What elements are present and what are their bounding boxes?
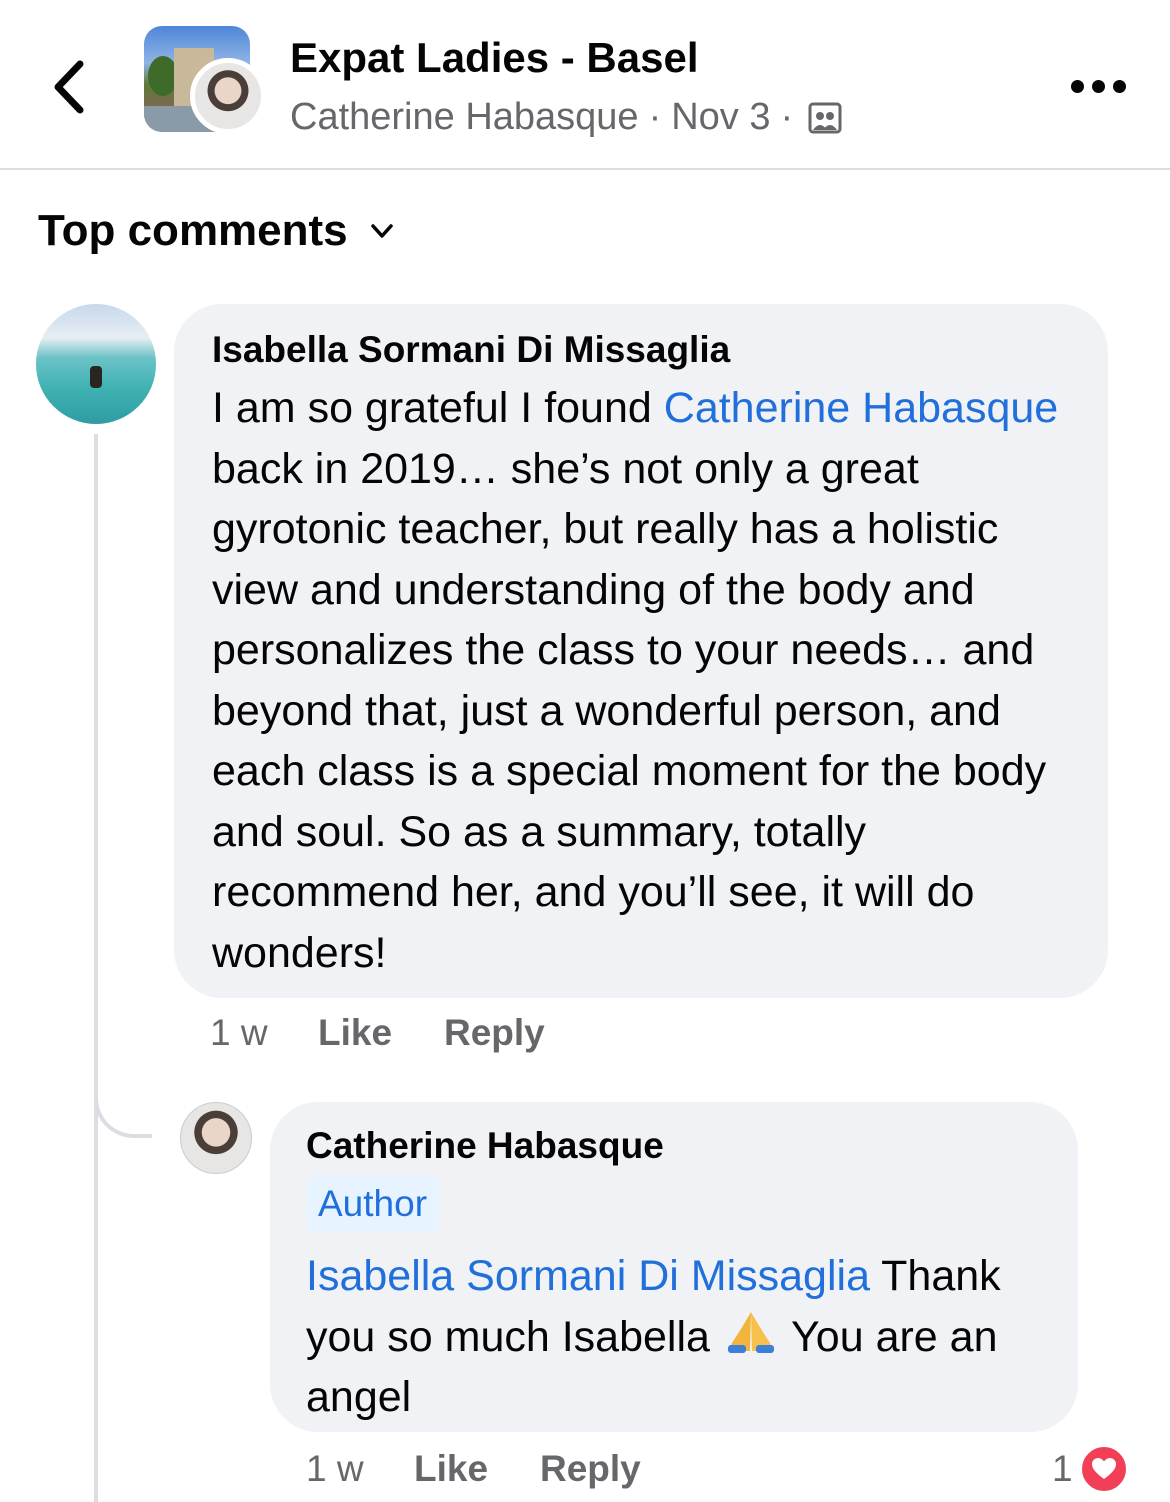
post-author-avatar[interactable] <box>190 58 266 134</box>
thread-connector <box>94 1080 152 1138</box>
comment-text-suffix: back in 2019… she’s not only a great gyr… <box>212 444 1047 977</box>
folded-hands-emoji-icon <box>727 1311 774 1353</box>
heart-icon <box>1091 1458 1116 1479</box>
mention-link[interactable]: Catherine Habasque <box>664 384 1058 432</box>
reply-time[interactable]: 1 w <box>306 1448 414 1490</box>
reply-author[interactable]: Catherine Habasque <box>306 1124 1042 1168</box>
reply-actions: 1 w Like Reply <box>306 1448 641 1490</box>
love-icon <box>1078 1444 1129 1494</box>
like-button[interactable]: Like <box>414 1448 540 1490</box>
post-author-name[interactable]: Catherine Habasque <box>290 96 639 139</box>
comment-text-prefix: I am so grateful I found <box>212 384 664 432</box>
reaction-count: 1 <box>1052 1448 1073 1489</box>
thread-line <box>94 434 98 1502</box>
comment-sort-dropdown[interactable]: Top comments <box>38 206 396 256</box>
chevron-left-icon <box>54 60 84 114</box>
group-title[interactable]: Expat Ladies - Basel <box>290 34 699 82</box>
author-badge: Author <box>306 1176 440 1232</box>
back-button[interactable] <box>40 52 100 122</box>
post-meta: Catherine Habasque · Nov 3 · <box>290 96 843 139</box>
reply-text: Isabella Sormani Di Missaglia Thank you … <box>306 1246 1042 1428</box>
meta-separator: · <box>648 96 662 138</box>
group-members-icon <box>808 102 842 133</box>
post-date[interactable]: Nov 3 <box>671 96 770 139</box>
sort-label: Top comments <box>38 206 348 255</box>
reply-button[interactable]: Reply <box>540 1448 641 1490</box>
chevron-down-icon <box>370 224 393 238</box>
more-dot <box>1070 79 1084 93</box>
like-button[interactable]: Like <box>318 1012 444 1054</box>
comment-bubble: Isabella Sormani Di Missaglia I am so gr… <box>174 304 1108 998</box>
comment-time[interactable]: 1 w <box>210 1012 318 1054</box>
more-dot <box>1091 79 1105 93</box>
meta-separator: · <box>780 96 794 138</box>
reaction-summary[interactable]: 1 <box>1052 1444 1129 1494</box>
post-header: Expat Ladies - Basel Catherine Habasque … <box>0 0 1170 170</box>
commenter-avatar[interactable] <box>36 304 156 424</box>
comment-actions: 1 w Like Reply <box>210 1012 545 1054</box>
reply-bubble: Catherine Habasque Author Isabella Sorma… <box>270 1102 1078 1432</box>
reply-author-avatar[interactable] <box>180 1102 252 1174</box>
comment-author[interactable]: Isabella Sormani Di Missaglia <box>212 328 1072 372</box>
mention-link[interactable]: Isabella Sormani Di Missaglia <box>306 1252 870 1300</box>
comment-text: I am so grateful I found Catherine Habas… <box>212 378 1072 983</box>
more-options-button[interactable] <box>1066 68 1130 104</box>
reply-button[interactable]: Reply <box>444 1012 545 1054</box>
more-dot <box>1112 79 1126 93</box>
